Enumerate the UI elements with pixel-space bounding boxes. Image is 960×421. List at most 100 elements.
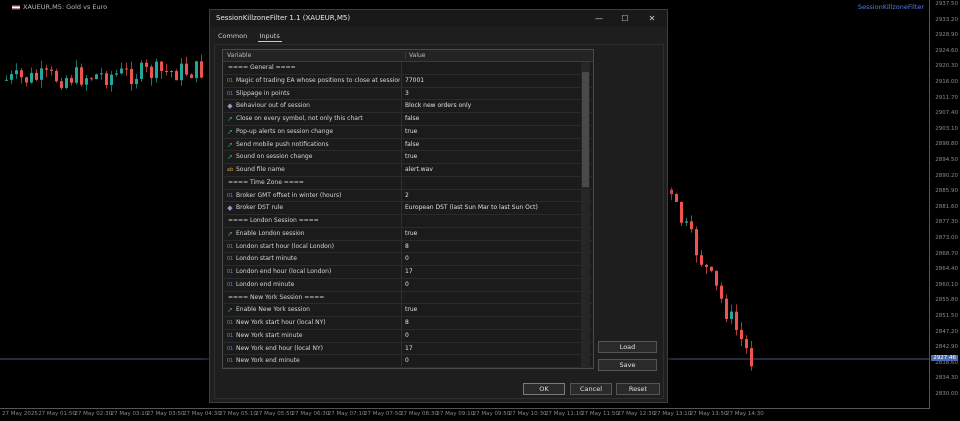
grid-scrollbar[interactable]: [581, 62, 590, 368]
tab-common[interactable]: Common: [216, 31, 249, 41]
time-tick-label: 27 May 12:30: [617, 411, 656, 417]
load-button[interactable]: Load: [598, 341, 657, 353]
value-cell[interactable]: 0: [405, 281, 409, 288]
input-row[interactable]: 01 New York start minute 0: [223, 329, 593, 343]
price-tick-label: 2920.30: [935, 63, 958, 70]
reset-button[interactable]: Reset: [616, 383, 660, 395]
input-row[interactable]: 01 London start minute 0: [223, 253, 593, 266]
string-icon: ab: [226, 167, 234, 173]
value-cell[interactable]: true: [405, 153, 417, 160]
input-row[interactable]: ➚ Enable New York session true: [223, 304, 593, 317]
input-row[interactable]: ab Sound file name alert.wav: [223, 164, 593, 177]
column-header-value[interactable]: Value: [405, 52, 425, 59]
column-header-variable[interactable]: Variable: [227, 52, 251, 59]
candle-body: [155, 61, 158, 78]
scrollbar-thumb[interactable]: [582, 72, 589, 187]
candle-body: [175, 71, 178, 81]
value-cell[interactable]: Block new orders only: [405, 102, 471, 109]
input-row[interactable]: 01 New York end minute 0: [223, 355, 593, 368]
integer-icon: 01: [226, 320, 234, 326]
input-row[interactable]: ◆ Behaviour out of session Block new order…: [223, 100, 593, 113]
inputs-panel: Variable Value ==== General ==== 01 Magic …: [214, 44, 664, 399]
candle-body: [80, 67, 83, 85]
price-tick-label: 2916.00: [935, 79, 958, 85]
price-tick-label: 2877.30: [935, 219, 958, 226]
variable-cell: ➚ Enable New York session: [223, 304, 402, 316]
time-tick-label: 27 May 04:30: [183, 411, 221, 417]
cancel-button[interactable]: Cancel: [570, 383, 612, 395]
input-row[interactable]: 01 New York start hour (local NY) 8: [223, 317, 593, 330]
maximize-icon[interactable]: ☐: [614, 12, 636, 25]
value-cell[interactable]: false: [405, 115, 419, 122]
candle-body: [100, 73, 103, 75]
input-row[interactable]: ➚ Close on every symbol, not only this ch…: [223, 113, 593, 126]
value-cell[interactable]: European DST (last Sun Mar to last Sun O…: [405, 204, 538, 211]
value-cell[interactable]: 17: [405, 268, 413, 275]
input-row[interactable]: ➚ Send mobile push notifications false: [223, 138, 593, 152]
price-tick-label: 2937.50: [935, 1, 958, 7]
input-row[interactable]: 01 London start hour (local London) 8: [223, 240, 593, 254]
integer-icon: 01: [226, 345, 234, 352]
section-header-row[interactable]: ==== New York Session ====: [223, 291, 593, 305]
save-button[interactable]: Save: [598, 359, 657, 371]
time-tick-label: 27 May 06:30: [291, 411, 330, 417]
value-cell[interactable]: true: [405, 128, 417, 135]
candle-body: [750, 348, 753, 367]
inputs-rows: ==== General ==== 01 Magic of trading EA w…: [223, 62, 593, 369]
section-header-row[interactable]: ==== London Session ====: [223, 215, 593, 228]
value-cell[interactable]: 2: [405, 192, 409, 199]
time-axis: [0, 408, 930, 409]
input-row[interactable]: ➚ Pop-up alerts on session change true: [223, 125, 593, 139]
input-row[interactable]: ➚ Enable London session true: [223, 227, 593, 241]
value-cell[interactable]: false: [405, 141, 419, 148]
variable-name: Sound on session change: [236, 153, 313, 161]
value-cell[interactable]: alert.wav: [405, 166, 433, 173]
dialog-titlebar[interactable]: SessionKillzoneFilter 1.1 (XAUEUR,M5) — …: [210, 10, 667, 27]
section-header-row[interactable]: ==== General ====: [223, 62, 593, 75]
value-cell[interactable]: 0: [405, 332, 409, 339]
section-header-row[interactable]: ==== Asia Session ====: [223, 368, 593, 369]
time-tick-label: 27 May 02:30: [74, 411, 113, 417]
price-tick-label: 2834.30: [935, 375, 958, 382]
input-row[interactable]: 01 New York end hour (local NY) 17: [223, 342, 593, 356]
candle-body: [60, 81, 63, 88]
candle-body: [115, 73, 118, 75]
price-tick-label: 2864.40: [935, 266, 958, 273]
variable-name: London start hour (local London): [236, 242, 334, 250]
input-row[interactable]: ◆ Broker DST rule European DST (last Sun M…: [223, 202, 593, 215]
variable-cell: 01 Slippage in points: [223, 87, 402, 100]
variable-cell: 01 London end minute: [223, 278, 402, 291]
section-header-row[interactable]: ==== Time Zone ====: [223, 176, 593, 190]
input-row[interactable]: ➚ Sound on session change true: [223, 151, 593, 164]
tab-inputs[interactable]: Inputs: [257, 31, 282, 42]
variable-cell: 01 Broker GMT offset in winter (hours): [223, 189, 402, 202]
input-row[interactable]: 01 Magic of trading EA whose positions to…: [223, 74, 593, 88]
price-axis: 2937.50 2933.20 2928.90 2924.60 2920.30 2916.…: [929, 0, 960, 409]
value-cell[interactable]: 3: [405, 90, 409, 97]
value-cell[interactable]: 0: [405, 255, 409, 262]
input-row[interactable]: 01 Broker GMT offset in winter (hours) 2: [223, 189, 593, 203]
value-cell[interactable]: 77001: [405, 77, 424, 84]
candle-body: [145, 62, 148, 67]
value-cell[interactable]: 8: [405, 243, 409, 250]
value-cell[interactable]: 8: [405, 319, 409, 326]
variable-name: Behaviour out of session: [236, 102, 310, 110]
time-tick-label: 27 May 08:30: [400, 411, 438, 417]
close-icon[interactable]: ✕: [641, 12, 663, 25]
variable-name: ==== New York Session ====: [228, 293, 325, 301]
candle-body: [150, 66, 153, 78]
candle-body: [75, 67, 78, 83]
input-row[interactable]: 01 London end hour (local London) 17: [223, 266, 593, 279]
candle-body: [90, 78, 93, 80]
boolean-icon: ➚: [227, 127, 233, 136]
input-row[interactable]: 01 London end minute 0: [223, 278, 593, 292]
minimize-icon[interactable]: —: [588, 12, 610, 25]
variable-cell: 01 Magic of trading EA whose positions to…: [223, 74, 402, 87]
ok-button[interactable]: OK: [523, 383, 565, 395]
value-cell[interactable]: 0: [405, 357, 409, 364]
value-cell[interactable]: true: [405, 306, 417, 313]
boolean-icon: ➚: [227, 115, 233, 123]
value-cell[interactable]: true: [405, 230, 417, 237]
value-cell[interactable]: 17: [405, 345, 413, 352]
input-row[interactable]: 01 Slippage in points 3: [223, 87, 593, 101]
